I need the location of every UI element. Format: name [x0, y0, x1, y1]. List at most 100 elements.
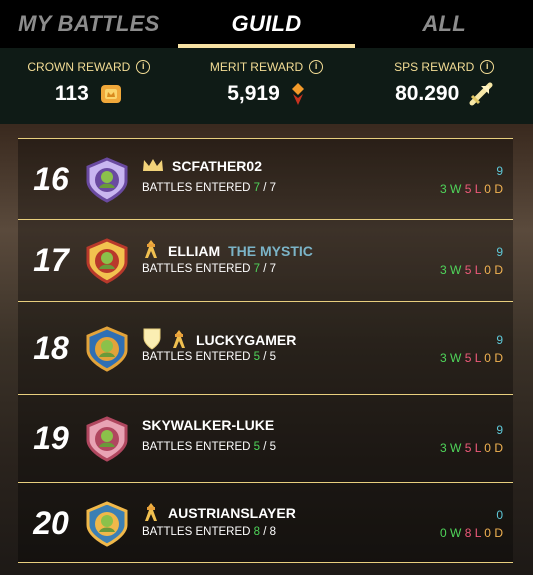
draws-label: D [494, 525, 503, 540]
crown-icon [142, 158, 164, 175]
player-avatar[interactable] [84, 416, 130, 462]
rank: 17 [33, 242, 69, 278]
win-loss-draw: 0 W 8 L 0 D [440, 526, 503, 540]
rank: 19 [33, 420, 69, 456]
losses-label: L [474, 441, 481, 455]
wins-label: W [450, 350, 462, 365]
guild-hall-icon [142, 239, 160, 262]
tab-all[interactable]: ALL [355, 0, 533, 48]
battles-entered-total: 7 [269, 181, 277, 194]
draws: 0 [484, 525, 491, 540]
battles-entered-label: BATTLES ENTERED [142, 441, 251, 453]
battles-entered-total: 5 [269, 441, 277, 453]
battles-entered-separator: / [260, 263, 270, 275]
wins: 3 [439, 350, 447, 365]
wins: 3 [439, 181, 447, 196]
losses: 5 [464, 263, 472, 277]
battles-entered-total: 8 [269, 525, 277, 538]
win-loss-draw: 3 W 5 L 0 D [440, 263, 503, 277]
losses: 5 [464, 441, 472, 455]
battles-entered-label: BATTLES ENTERED [142, 350, 251, 363]
battles-entered: BATTLES ENTERED 5 / 5 [142, 441, 276, 453]
player-title: THE MYSTIC [228, 242, 313, 259]
merit-reward-label: MERIT REWARD [209, 60, 304, 74]
player-score: 9 [496, 423, 503, 437]
player-name[interactable]: SCFATHER02 [172, 158, 262, 174]
battles-entered-label: BATTLES ENTERED [142, 181, 251, 194]
draws-label: D [494, 263, 503, 277]
rank: 16 [33, 160, 69, 197]
draws-label: D [494, 181, 503, 196]
battles-entered: BATTLES ENTERED 7 / 7 [142, 263, 276, 275]
battles-entered-total: 7 [269, 263, 277, 275]
wins: 3 [439, 441, 447, 455]
player-score: 9 [496, 332, 503, 347]
losses-label: L [474, 263, 481, 277]
losses-label: L [474, 525, 481, 540]
battles-entered-separator: / [260, 350, 270, 363]
sps-token-icon [469, 82, 493, 106]
rank: 18 [33, 329, 69, 366]
shield-icon [142, 327, 162, 354]
player-name[interactable]: LUCKYGAMER [196, 332, 296, 348]
battles-entered-label: BATTLES ENTERED [142, 263, 251, 275]
guild-leaderboard: 16 SCFATHER02 BATTLES ENTERED 7 / 7 9 3 … [18, 138, 513, 563]
draws-label: D [494, 441, 503, 455]
draws-label: D [494, 350, 503, 365]
player-name-line: LUCKYGAMER [142, 327, 296, 354]
player-name[interactable]: ELLIAM [168, 243, 220, 259]
wins-label: W [450, 525, 462, 540]
tab-my-battles[interactable]: MY BATTLES [0, 0, 178, 48]
draws: 0 [484, 441, 491, 455]
player-name[interactable]: AUSTRIANSLAYER [168, 505, 296, 521]
win-loss-draw: 3 W 5 L 0 D [440, 182, 503, 196]
losses: 5 [464, 350, 472, 365]
losses: 8 [464, 525, 472, 540]
player-name-line: AUSTRIANSLAYER [142, 502, 296, 525]
battles-entered-total: 5 [269, 350, 277, 363]
win-loss-draw: 3 W 5 L 0 D [440, 441, 503, 455]
tab-guild[interactable]: GUILD [177, 0, 356, 48]
guild-hall-icon [170, 329, 188, 352]
sps-reward: SPS REWARD i 80.290 [355, 48, 533, 124]
sps-reward-label: SPS REWARD [394, 60, 475, 74]
player-avatar[interactable] [84, 156, 130, 203]
battles-entered: BATTLES ENTERED 7 / 7 [142, 182, 276, 194]
leaderboard-row[interactable]: 18 LUCKYGAMER BATTLES ENTERED 5 / 5 9 3 … [18, 301, 513, 394]
info-icon[interactable]: i [136, 60, 151, 74]
battles-entered-label: BATTLES ENTERED [142, 525, 251, 538]
draws: 0 [484, 350, 491, 365]
wins: 3 [439, 263, 447, 277]
info-icon[interactable]: i [309, 60, 324, 74]
merit-reward-value: 5,919 [227, 82, 280, 105]
losses: 5 [464, 181, 472, 196]
leaderboard-row[interactable]: 19 SKYWALKER-LUKE BATTLES ENTERED 5 / 5 … [18, 394, 513, 482]
wins-label: W [450, 181, 462, 196]
battle-tabs: MY BATTLES GUILD ALL [0, 0, 533, 48]
player-score: 0 [496, 507, 503, 522]
info-icon[interactable]: i [480, 60, 495, 74]
wins: 0 [439, 525, 447, 540]
player-avatar[interactable] [84, 238, 130, 284]
leaderboard-row[interactable]: 20 AUSTRIANSLAYER BATTLES ENTERED 8 / 8 … [18, 482, 513, 563]
player-avatar[interactable] [84, 500, 130, 547]
win-loss-draw: 3 W 5 L 0 D [440, 351, 503, 365]
leaderboard-row[interactable]: 17 ELLIAM THE MYSTIC BATTLES ENTERED 7 / … [18, 219, 513, 301]
player-name-line: ELLIAM THE MYSTIC [142, 239, 313, 262]
crown-reward-value: 113 [54, 82, 89, 105]
losses-label: L [474, 181, 481, 196]
wins-label: W [450, 263, 462, 277]
sps-reward-value: 80.290 [395, 82, 460, 105]
rank: 20 [33, 504, 69, 541]
battles-entered-separator: / [260, 525, 270, 538]
player-avatar[interactable] [84, 325, 130, 372]
guild-hall-icon [142, 502, 160, 525]
player-score: 9 [496, 163, 503, 178]
battles-entered: BATTLES ENTERED 8 / 8 [142, 526, 276, 538]
leaderboard-row[interactable]: 16 SCFATHER02 BATTLES ENTERED 7 / 7 9 3 … [18, 138, 513, 219]
player-name-line: SKYWALKER-LUKE [142, 417, 274, 433]
battles-entered: BATTLES ENTERED 5 / 5 [142, 351, 276, 363]
crown-reward: CROWN REWARD i 113 [0, 48, 178, 124]
player-name[interactable]: SKYWALKER-LUKE [142, 417, 274, 433]
merit-icon [291, 83, 304, 105]
